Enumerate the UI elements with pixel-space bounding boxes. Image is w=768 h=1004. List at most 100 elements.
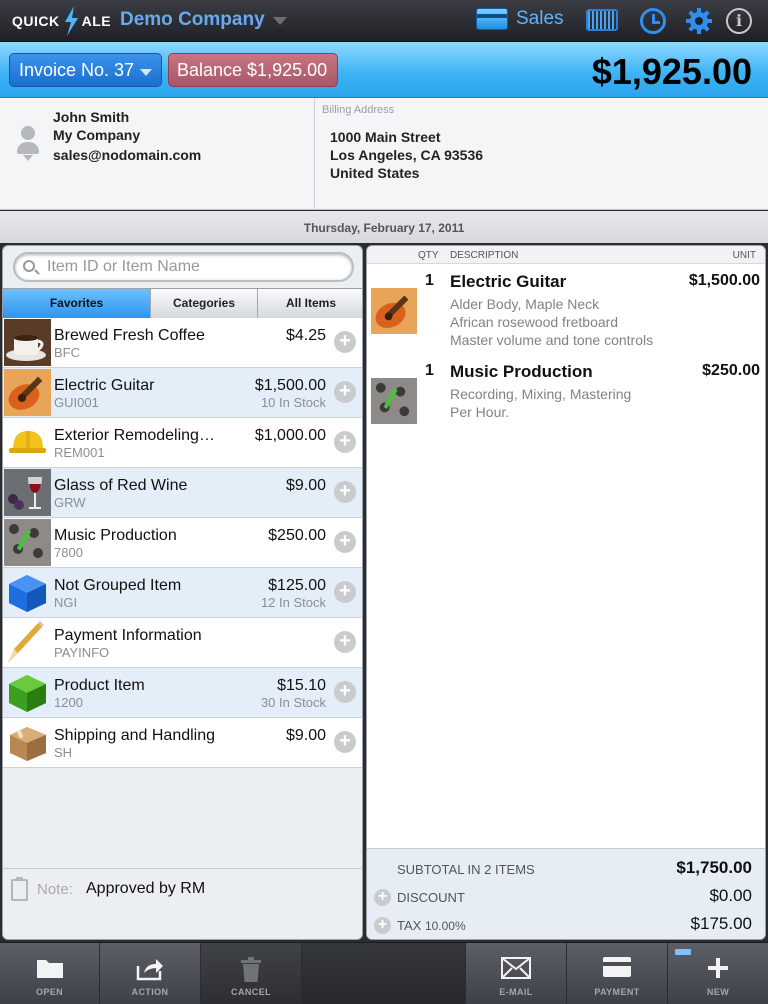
top-bar: QUICK ALE Demo Company Sales i xyxy=(0,0,768,42)
payment-button[interactable]: PAYMENT xyxy=(567,943,668,1004)
search-field[interactable] xyxy=(13,252,354,282)
add-item-button[interactable]: + xyxy=(334,631,356,653)
item-code: REM001 xyxy=(54,445,105,460)
item-tabs: Favorites Categories All Items xyxy=(3,288,362,318)
line-qty: 1 xyxy=(425,272,434,289)
logo-text-left: QUICK xyxy=(12,13,60,29)
item-picker-panel: Favorites Categories All Items Brewed Fr… xyxy=(2,245,363,940)
billing-address: 1000 Main Street Los Angeles, CA 93536 U… xyxy=(330,128,483,182)
list-item[interactable]: Brewed Fresh Coffee BFC $4.25 + xyxy=(3,318,362,368)
company-selector[interactable]: Demo Company xyxy=(120,9,287,31)
item-stock: 10 In Stock xyxy=(260,395,326,410)
list-item[interactable]: Glass of Red Wine GRW $9.00 + xyxy=(3,468,362,518)
action-button[interactable]: ACTION xyxy=(100,943,201,1004)
line-price: $250.00 xyxy=(702,362,760,379)
item-name: Brewed Fresh Coffee xyxy=(54,327,205,344)
company-name: Demo Company xyxy=(120,9,265,30)
item-code: GUI001 xyxy=(54,395,99,410)
list-item[interactable]: Electric Guitar GUI001 $1,500.00 10 In S… xyxy=(3,368,362,418)
toolbar-spacer xyxy=(302,943,466,1004)
discount-row[interactable]: + DISCOUNT $0.00 xyxy=(367,881,765,909)
note-label: Note: xyxy=(37,881,73,898)
item-name: Not Grouped Item xyxy=(54,577,182,594)
add-item-button[interactable]: + xyxy=(334,531,356,553)
clock-icon[interactable] xyxy=(640,8,666,34)
billing-address-label: Billing Address xyxy=(322,104,395,116)
mixer-icon xyxy=(371,378,417,424)
add-discount-button[interactable]: + xyxy=(374,889,391,906)
item-code: BFC xyxy=(54,345,80,360)
bottom-toolbar: OPEN ACTION CANCEL E-MAIL PAYMENT NEW xyxy=(0,942,768,1004)
open-button[interactable]: OPEN xyxy=(0,943,100,1004)
item-name: Electric Guitar xyxy=(54,377,155,394)
tax-label-group: TAX 10.00% xyxy=(397,918,466,933)
line-description: Electric Guitar xyxy=(450,272,567,291)
customer-company: My Company xyxy=(53,127,141,143)
sales-mode-button[interactable]: Sales xyxy=(476,8,564,30)
totals-section: SUBTOTAL IN 2 ITEMS $1,750.00 + DISCOUNT… xyxy=(367,848,765,939)
list-item[interactable]: Product Item 1200 $15.10 30 In Stock + xyxy=(3,668,362,718)
item-name: Product Item xyxy=(54,677,145,694)
credit-card-icon xyxy=(476,8,508,30)
add-item-button[interactable]: + xyxy=(334,431,356,453)
address-line-3: United States xyxy=(330,165,420,181)
tax-value: $175.00 xyxy=(690,914,752,933)
quicksale-logo: QUICK ALE xyxy=(12,6,111,36)
item-stock: 30 In Stock xyxy=(260,695,326,710)
wine-icon xyxy=(4,469,51,516)
green-cube-icon xyxy=(9,675,46,712)
lines-header: QTY DESCRIPTION UNIT xyxy=(367,246,765,264)
tab-categories[interactable]: Categories xyxy=(151,289,258,318)
customer-name-block: John Smith My Company xyxy=(53,108,140,144)
item-price: $1,500.00 xyxy=(254,377,326,394)
subtotal-value: $1,750.00 xyxy=(676,858,752,877)
gear-icon[interactable] xyxy=(685,7,713,35)
info-glyph: i xyxy=(735,11,743,30)
new-button[interactable]: NEW xyxy=(668,943,768,1004)
balance-button[interactable]: Balance $1,925.00 xyxy=(168,53,338,87)
list-item[interactable]: Music Production 7800 $250.00 + xyxy=(3,518,362,568)
action-label: ACTION xyxy=(131,987,169,997)
add-item-button[interactable]: + xyxy=(334,331,356,353)
add-item-button[interactable]: + xyxy=(334,681,356,703)
invoice-line[interactable]: 1 Electric Guitar $1,500.00 Alder Body, … xyxy=(367,268,765,356)
mixer-icon xyxy=(4,519,51,566)
list-item[interactable]: Not Grouped Item NGI $125.00 12 In Stock… xyxy=(3,568,362,618)
description-column-header: DESCRIPTION xyxy=(450,250,519,261)
item-price: $250.00 xyxy=(268,527,326,544)
list-item[interactable]: Shipping and Handling SH $9.00 + xyxy=(3,718,362,768)
list-item[interactable]: Exterior Remodeling… REM001 $1,000.00 + xyxy=(3,418,362,468)
note-field[interactable]: Note: Approved by RM xyxy=(3,868,362,939)
balance-label: Balance $1,925.00 xyxy=(177,60,328,80)
invoice-lines-panel: QTY DESCRIPTION UNIT 1 Electric Guitar $… xyxy=(366,245,766,940)
item-stock: 12 In Stock xyxy=(260,595,326,610)
payment-label: PAYMENT xyxy=(594,987,640,997)
line-detail: Recording, Mixing, Mastering xyxy=(450,386,632,402)
tab-all-items[interactable]: All Items xyxy=(258,289,362,318)
item-list: Brewed Fresh Coffee BFC $4.25 + Electric… xyxy=(3,318,362,768)
customer-section[interactable]: John Smith My Company sales@nodomain.com… xyxy=(0,98,768,210)
pencil-icon xyxy=(4,619,51,666)
add-item-button[interactable]: + xyxy=(334,581,356,603)
invoice-line[interactable]: 1 Music Production $250.00 Recording, Mi… xyxy=(367,358,765,428)
tax-row[interactable]: + TAX 10.00% $175.00 xyxy=(367,909,765,937)
add-item-button[interactable]: + xyxy=(334,381,356,403)
email-button[interactable]: E-MAIL xyxy=(466,943,567,1004)
item-code: SH xyxy=(54,745,73,760)
item-price: $4.25 xyxy=(285,327,326,344)
add-item-button[interactable]: + xyxy=(334,481,356,503)
tab-favorites[interactable]: Favorites xyxy=(3,289,151,318)
add-item-button[interactable]: + xyxy=(334,731,356,753)
guitar-icon xyxy=(371,288,417,334)
invoice-number-button[interactable]: Invoice No. 37 xyxy=(9,53,162,87)
barcode-icon[interactable] xyxy=(586,9,618,31)
blue-cube-icon xyxy=(9,575,46,612)
discount-value: $0.00 xyxy=(709,886,752,905)
credit-card-icon xyxy=(603,957,631,977)
add-tax-button[interactable]: + xyxy=(374,917,391,934)
search-input[interactable] xyxy=(47,257,347,277)
subtotal-label: SUBTOTAL IN 2 ITEMS xyxy=(397,862,535,877)
cancel-button[interactable]: CANCEL xyxy=(201,943,302,1004)
info-icon[interactable]: i xyxy=(726,8,752,34)
list-item[interactable]: Payment Information PAYINFO + xyxy=(3,618,362,668)
